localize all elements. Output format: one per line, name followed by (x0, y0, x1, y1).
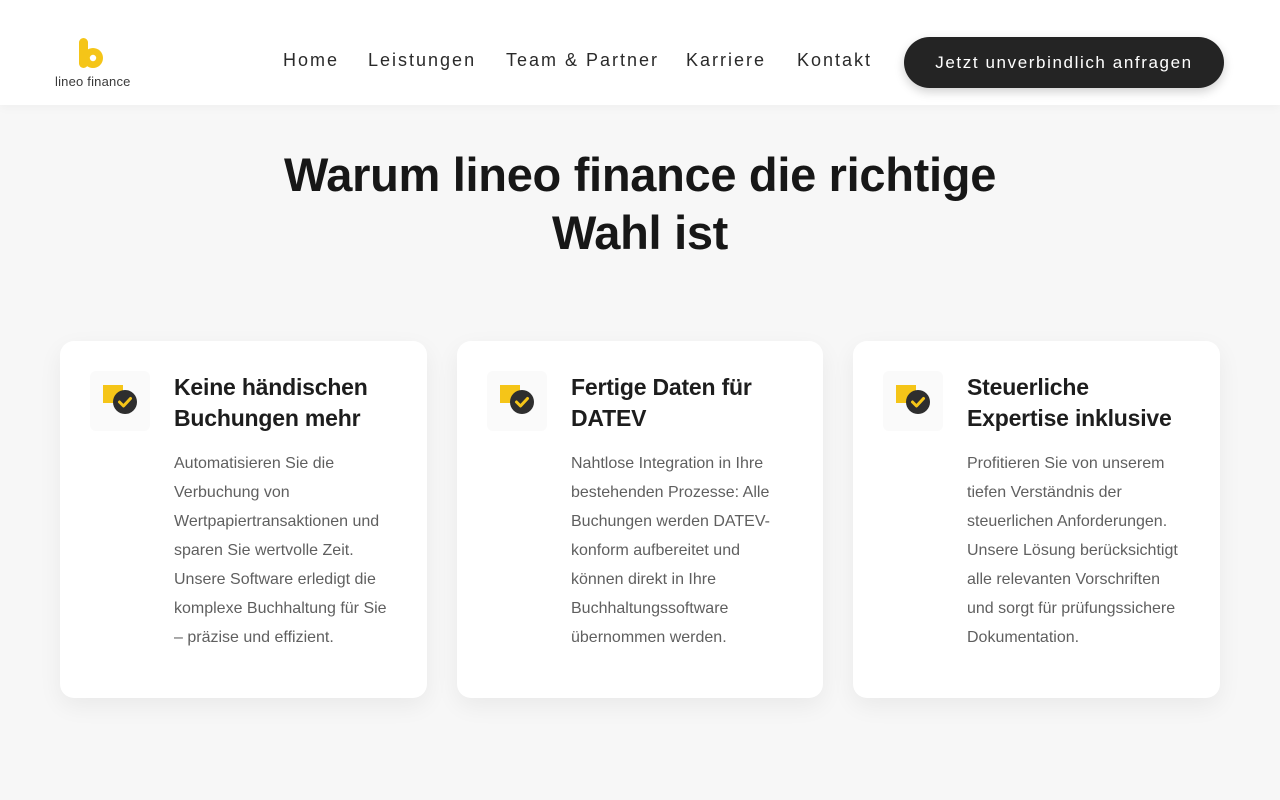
nav-item-home[interactable]: Home (283, 50, 339, 71)
card-title-line-2: DATEV (571, 405, 647, 431)
request-quote-button[interactable]: Jetzt unverbindlich anfragen (904, 37, 1224, 88)
check-badge-icon (487, 371, 547, 431)
card-title-line-2: Buchungen mehr (174, 405, 361, 431)
card-title: Steuerliche Expertise inklusive (967, 372, 1207, 434)
section-title-line-1: Warum lineo finance die richtige (283, 148, 997, 201)
site-header: lineo finance Home Leistungen Team & Par… (0, 0, 1280, 105)
card-title: Keine händischen Buchungen mehr (174, 372, 414, 434)
card-text: Automatisieren Sie die Verbuchung von We… (174, 455, 387, 646)
section-title-line-2: Wahl ist (551, 206, 729, 259)
card-title-line-1: Fertige Daten für (571, 374, 752, 400)
logo[interactable]: lineo finance (55, 36, 135, 92)
feature-card: Fertige Daten für DATEV Nahtlose Integra… (457, 341, 823, 698)
logo-text: lineo finance (55, 74, 131, 89)
card-title-line-1: Steuerliche (967, 374, 1089, 400)
check-badge-icon (883, 371, 943, 431)
card-text: Profitieren Sie von unserem tiefen Verst… (967, 455, 1178, 646)
card-text: Nahtlose Integration in Ihre bestehenden… (571, 455, 770, 646)
nav-item-karriere[interactable]: Karriere (686, 50, 766, 71)
feature-card: Steuerliche Expertise inklusive Profitie… (853, 341, 1220, 698)
nav-item-team-partner[interactable]: Team & Partner (506, 50, 659, 71)
card-title: Fertige Daten für DATEV (571, 372, 811, 434)
section-title: Warum lineo finance die richtige Wahl is… (240, 146, 1040, 262)
card-title-line-2: Expertise inklusive (967, 405, 1172, 431)
lineo-logo-mark-icon (79, 38, 103, 68)
nav-item-leistungen[interactable]: Leistungen (368, 50, 476, 71)
feature-card: Keine händischen Buchungen mehr Automati… (60, 341, 427, 698)
card-title-line-1: Keine händischen (174, 374, 368, 400)
nav-item-kontakt[interactable]: Kontakt (797, 50, 872, 71)
check-badge-icon (90, 371, 150, 431)
